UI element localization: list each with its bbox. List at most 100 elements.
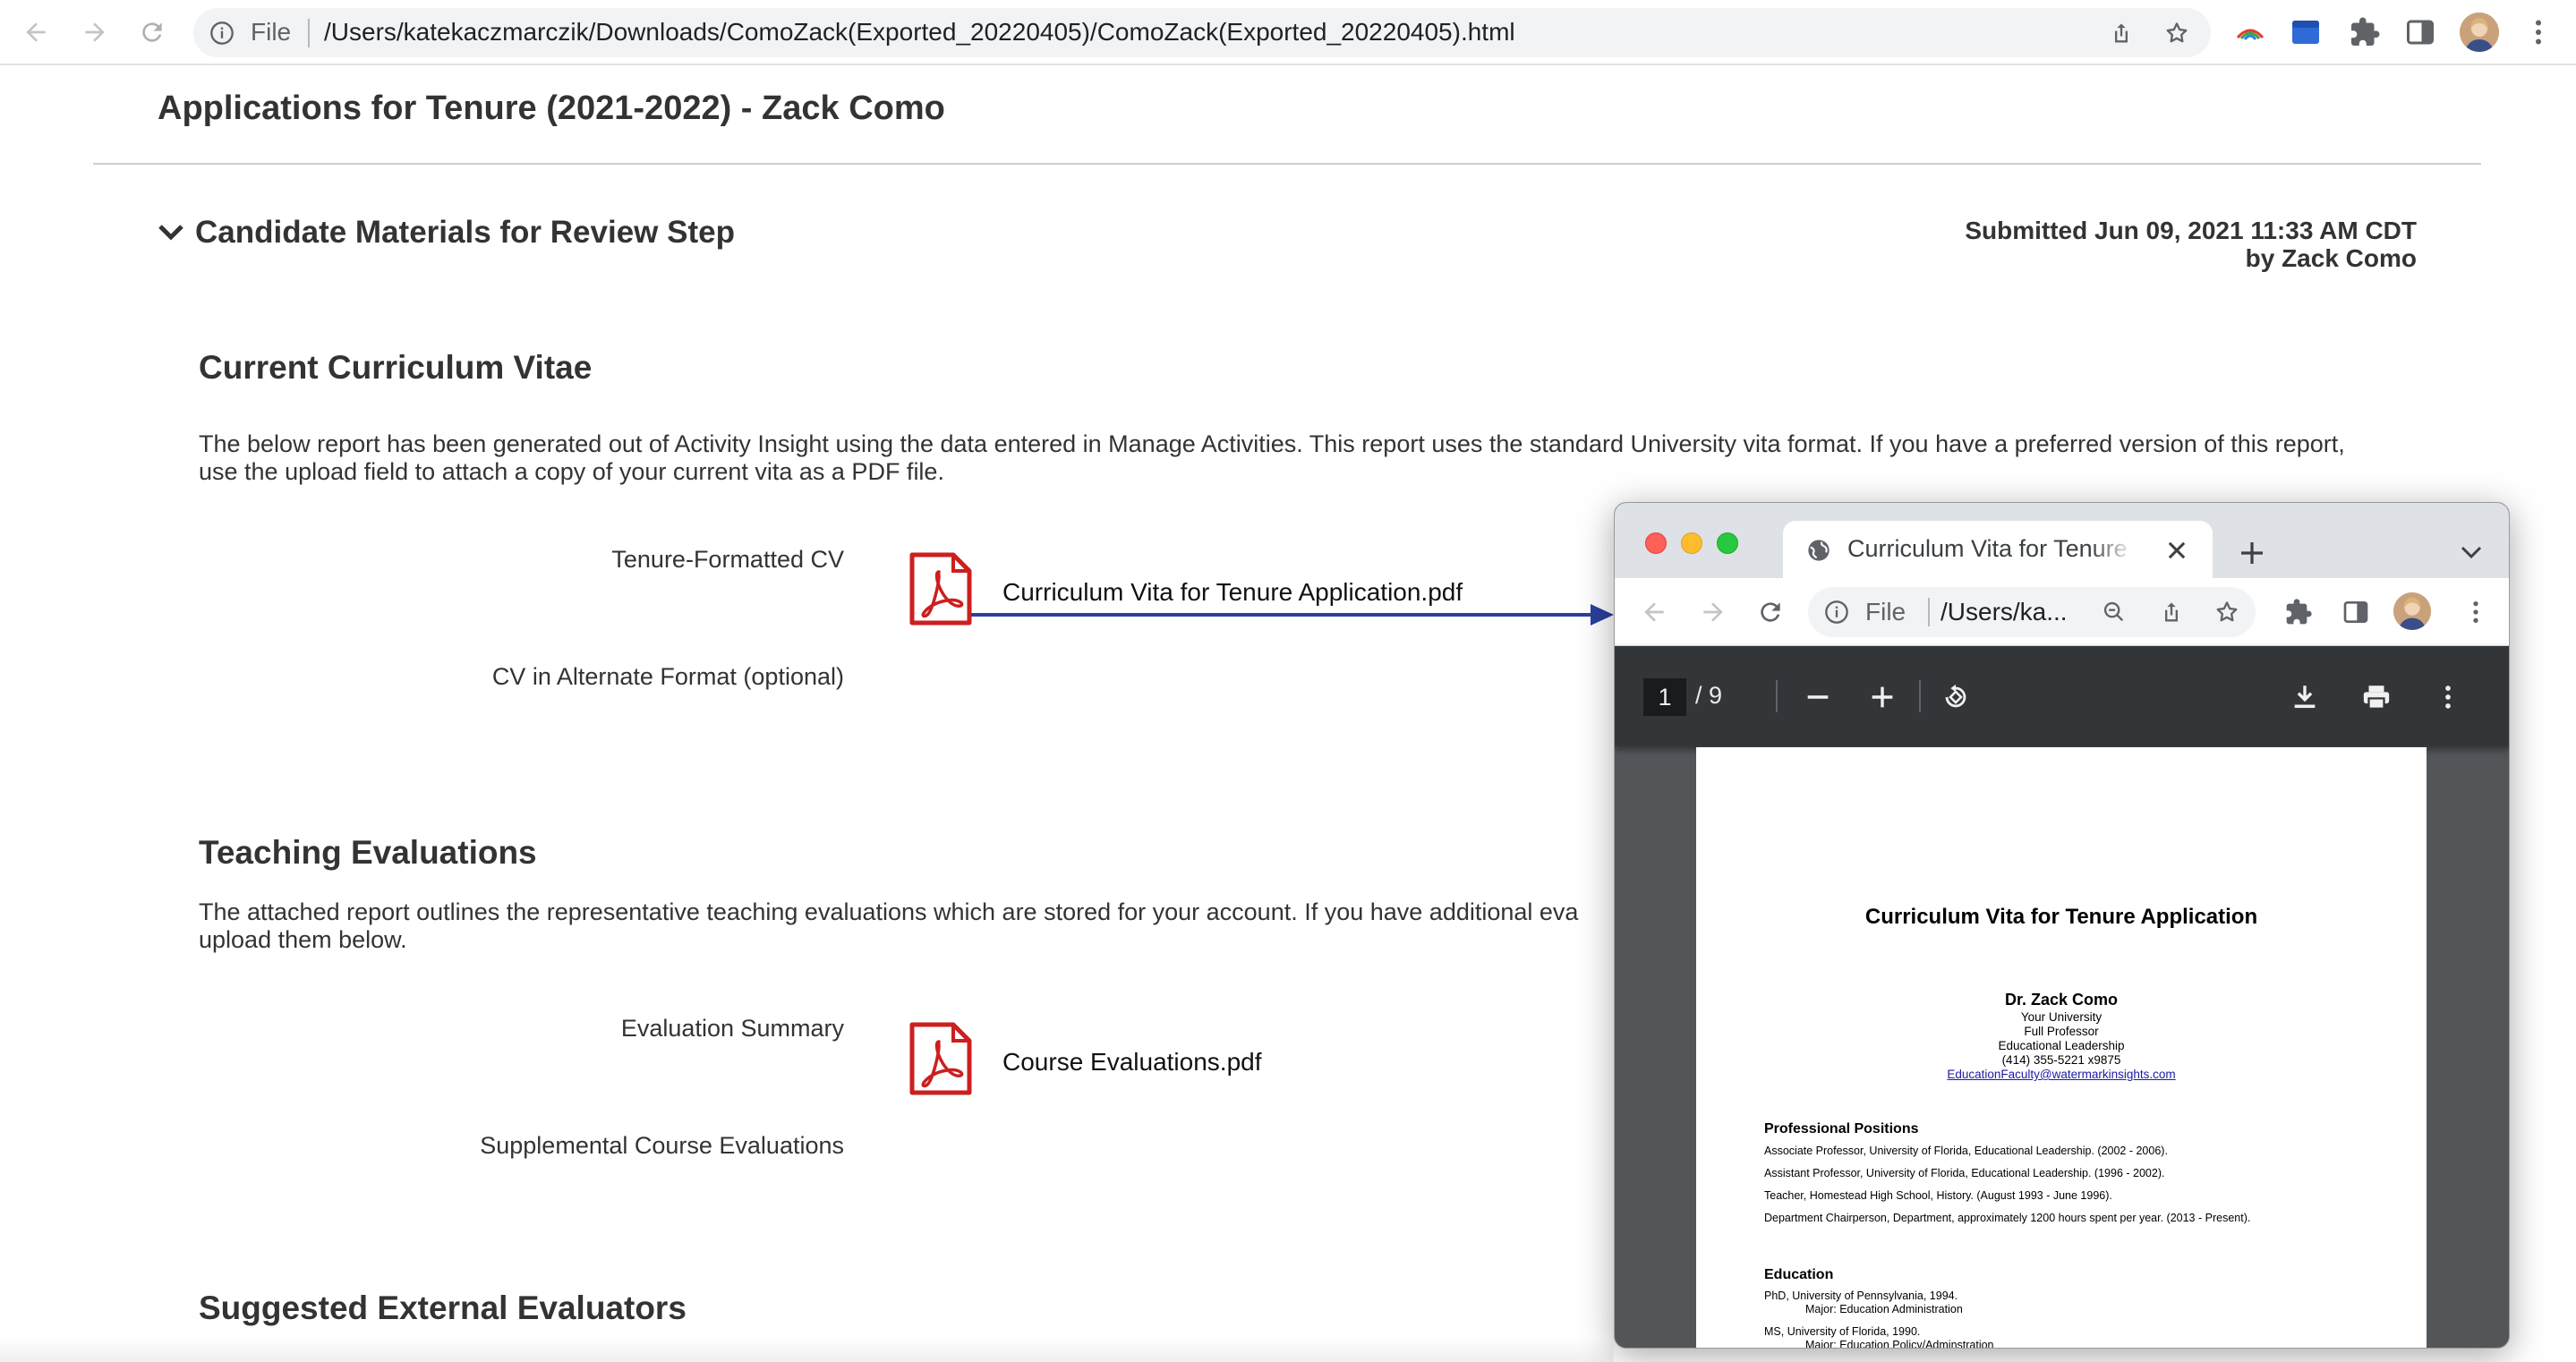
close-window-button[interactable] — [1645, 532, 1667, 554]
plus-icon[interactable] — [2238, 539, 2266, 567]
document-line: Full Professor — [2024, 1025, 2099, 1038]
address-divider — [308, 19, 310, 47]
document-title: Curriculum Vita for Tenure Application — [1864, 905, 2258, 929]
title-divider — [93, 163, 2481, 165]
document-line: (414) 355-5221 x9875 — [2001, 1053, 2121, 1067]
education-item: Major: Education Policy/Adminstration — [1805, 1339, 1994, 1349]
evaluations-file-link[interactable]: Course Evaluations.pdf — [1002, 1048, 1262, 1077]
popup-tab[interactable]: Curriculum Vita for Tenure Application.p… — [1783, 521, 2213, 578]
popup-toolbar: File /Users/ka... — [1615, 578, 2509, 646]
position-item: Assistant Professor, University of Flori… — [1764, 1167, 2165, 1179]
globe-icon — [1808, 540, 1830, 561]
zoom-out-icon[interactable] — [2102, 600, 2127, 625]
window-bottom-shadow — [0, 1338, 1614, 1362]
toolbar-divider — [1919, 680, 1921, 712]
positions-heading: Professional Positions — [1764, 1121, 1919, 1136]
popup-address-url[interactable]: /Users/ka... — [1941, 598, 2068, 626]
document-email-link[interactable]: EducationFaculty@watermarkinsights.com — [1696, 1068, 2427, 1081]
address-bar[interactable]: File /Users/katekaczmarczik/Downloads/Co… — [193, 8, 2211, 57]
education-item: MS, University of Florida, 1990. — [1764, 1325, 1921, 1338]
alternate-cv-label: CV in Alternate Format (optional) — [491, 663, 844, 690]
evaluation-summary-label: Evaluation Summary — [620, 1015, 844, 1042]
education-item: PhD, University of Pennsylvania, 1994. — [1764, 1290, 1958, 1302]
download-icon[interactable] — [2290, 682, 2320, 712]
user-photo-icon — [2393, 592, 2431, 630]
bookmark-star-icon[interactable] — [2164, 21, 2189, 46]
chevron-down-icon[interactable] — [2460, 544, 2483, 562]
more-options-icon[interactable] — [2433, 682, 2463, 712]
page-title: Applications for Tenure (2021-2022) - Za… — [158, 89, 945, 127]
minimize-window-button[interactable] — [1681, 532, 1702, 554]
popup-address-scheme: File — [1865, 598, 1906, 626]
reload-icon[interactable] — [1756, 598, 1785, 626]
more-menu-icon[interactable] — [2461, 598, 2490, 626]
page-number-input[interactable]: 1 — [1643, 678, 1686, 716]
page-count: / 9 — [1695, 682, 1723, 709]
extensions-puzzle-icon[interactable] — [2349, 16, 2381, 48]
arrow-right-annotation-icon — [971, 604, 1614, 626]
arrow-left-icon — [26, 22, 46, 42]
share-icon[interactable] — [2159, 600, 2184, 625]
toolbar-divider — [1776, 680, 1778, 712]
zoom-out-icon[interactable] — [1803, 682, 1833, 712]
share-icon[interactable] — [2109, 21, 2134, 46]
submitted-date: Submitted Jun 09, 2021 11:33 AM CDT — [1965, 217, 2417, 244]
forward-button[interactable] — [79, 16, 111, 48]
position-item: Associate Professor, University of Flori… — [1764, 1145, 2168, 1157]
tenure-cv-label: Tenure-Formatted CV — [611, 546, 844, 573]
close-icon[interactable] — [2164, 538, 2189, 563]
address-scheme: File — [251, 18, 292, 46]
submission-info: Submitted Jun 09, 2021 11:33 AM CDT by Z… — [1965, 217, 2417, 272]
arrow-right-icon — [85, 22, 105, 42]
profile-avatar[interactable] — [2460, 13, 2499, 52]
reload-button[interactable] — [136, 16, 168, 48]
pdf-popup-window: Curriculum Vita for Tenure Application.p… — [1614, 502, 2510, 1349]
cv-heading: Current Curriculum Vitae — [199, 349, 593, 386]
popup-address-bar[interactable]: File /Users/ka... — [1808, 587, 2256, 637]
document-line: Your University — [2020, 1010, 2103, 1024]
pdf-page[interactable]: Curriculum Vita for Tenure Application D… — [1696, 747, 2427, 1349]
education-item: Major: Education Administration — [1805, 1303, 1963, 1315]
reload-icon — [142, 22, 162, 42]
chevron-down-icon — [158, 225, 183, 241]
popup-tab-title: Curriculum Vita for Tenure Application.p… — [1847, 535, 2134, 562]
pdf-viewer-toolbar: 1 / 9 — [1615, 646, 2509, 746]
print-icon[interactable] — [2361, 682, 2392, 712]
back-button[interactable] — [20, 16, 52, 48]
education-heading: Education — [1764, 1267, 1834, 1282]
popup-tab-strip: Curriculum Vita for Tenure Application.p… — [1615, 503, 2509, 578]
position-item: Teacher, Homestead High School, History.… — [1764, 1189, 2112, 1202]
info-icon[interactable] — [209, 21, 235, 46]
extension-rainbow-icon[interactable] — [2234, 16, 2266, 48]
more-menu-icon[interactable] — [2522, 16, 2555, 48]
extensions-puzzle-icon[interactable] — [2284, 598, 2313, 626]
bookmark-star-icon[interactable] — [2214, 600, 2239, 625]
address-url[interactable]: /Users/katekaczmarczik/Downloads/ComoZac… — [324, 18, 1515, 47]
zoom-in-icon[interactable] — [1867, 682, 1898, 712]
section-title: Candidate Materials for Review Step — [195, 215, 735, 250]
user-photo-icon — [2460, 13, 2499, 52]
submitted-by: by Zack Como — [2245, 244, 2417, 272]
teaching-heading: Teaching Evaluations — [199, 834, 537, 871]
info-icon[interactable] — [1824, 600, 1849, 625]
document-author: Dr. Zack Como — [2004, 991, 2119, 1009]
maximize-window-button[interactable] — [1717, 532, 1738, 554]
rotate-icon[interactable] — [1941, 682, 1971, 712]
pdf-file-icon[interactable] — [909, 1022, 972, 1095]
cv-description: The below report has been generated out … — [199, 430, 2345, 485]
side-panel-icon[interactable] — [2404, 16, 2436, 48]
teaching-description: The attached report outlines the represe… — [199, 898, 1579, 953]
section-toggle[interactable]: Candidate Materials for Review Step — [158, 215, 735, 251]
extension-blue-icon[interactable] — [2290, 16, 2322, 48]
browser-toolbar: File /Users/katekaczmarczik/Downloads/Co… — [0, 0, 2576, 65]
document-line: Educational Leadership — [1998, 1039, 2125, 1052]
side-panel-icon[interactable] — [2341, 598, 2370, 626]
external-evaluators-heading: Suggested External Evaluators — [199, 1290, 687, 1326]
profile-avatar[interactable] — [2393, 592, 2431, 630]
position-item: Department Chairperson, Department, appr… — [1764, 1212, 2251, 1224]
popup-address-divider — [1928, 598, 1930, 626]
arrow-left-icon[interactable] — [1640, 598, 1668, 626]
supplemental-evaluations-label: Supplemental Course Evaluations — [480, 1132, 844, 1159]
arrow-right-icon[interactable] — [1699, 598, 1727, 626]
pdf-file-icon[interactable] — [909, 552, 972, 626]
